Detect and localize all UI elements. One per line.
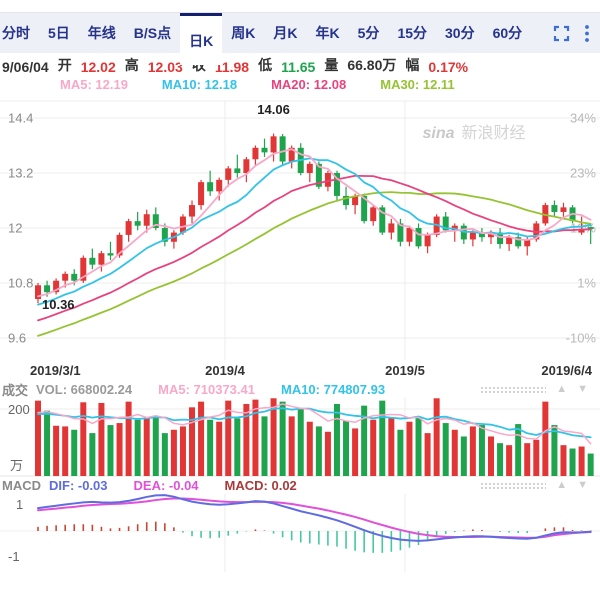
tab-bar: 分时5日年线B/S点日K周K月K年K5分15分30分60分 <box>0 12 600 53</box>
volume-value: MA10: 774807.93 <box>281 382 385 397</box>
ma-value: MA20: 12.08 <box>271 77 346 92</box>
ma-value: MA30: 12.11 <box>380 77 454 92</box>
date-axis: 2019/3/1 2019/4 2019/5 2019/6/4 <box>0 360 600 382</box>
tab-分时[interactable]: 分时 <box>0 13 39 53</box>
svg-text:200: 200 <box>8 402 30 417</box>
macd-expand-arrow-icon[interactable]: ▲ <box>556 480 567 491</box>
date-axis-label: 2019/5 <box>385 363 425 378</box>
svg-text:9.6: 9.6 <box>8 331 26 346</box>
main-candlestick-pane: sina新浪财经14.434%13.223%1212%10.81%9.6-10%… <box>0 94 600 360</box>
ohlc-label: 量 <box>324 55 338 75</box>
volume-chart[interactable]: 200 万 <box>0 397 600 477</box>
macd-pane-title: MACD <box>2 478 41 493</box>
svg-text:sina新浪财经: sina新浪财经 <box>422 124 525 142</box>
macd-value: MACD: 0.02 <box>225 478 297 493</box>
tab-5分[interactable]: 5分 <box>349 13 389 53</box>
ohlc-value: 12.02 <box>81 59 116 75</box>
tab-月K[interactable]: 月K <box>264 13 306 53</box>
top-margin <box>0 0 600 12</box>
macd-collapse-arrow-icon[interactable]: ▼ <box>577 480 588 491</box>
svg-text:23%: 23% <box>570 166 596 181</box>
stock-chart-page: 分时5日年线B/S点日K周K月K年K5分15分30分60分 9/06/04 开1… <box>0 0 600 600</box>
ohlc-label: 开 <box>58 55 72 75</box>
svg-text:14.4: 14.4 <box>8 111 33 126</box>
tab-30分[interactable]: 30分 <box>436 13 484 53</box>
svg-text:10.36: 10.36 <box>42 297 75 312</box>
volume-value: MA5: 710373.41 <box>158 382 255 397</box>
candlestick-chart[interactable]: sina新浪财经14.434%13.223%1212%10.81%9.6-10%… <box>0 94 600 360</box>
svg-text:14.06: 14.06 <box>257 102 290 117</box>
tab-5日[interactable]: 5日 <box>39 13 79 53</box>
date-axis-label: 2019/3/1 <box>30 363 81 378</box>
svg-text:1%: 1% <box>577 276 596 291</box>
volume-pane-controls: ▲ ▼ <box>480 384 600 395</box>
tab-bar-icons <box>553 13 600 53</box>
svg-text:34%: 34% <box>570 111 596 126</box>
tab-周K[interactable]: 周K <box>222 13 264 53</box>
more-menu-icon[interactable] <box>584 24 590 43</box>
macd-value: DEA: -0.04 <box>134 478 199 493</box>
tab-日K[interactable]: 日K <box>180 13 222 65</box>
ohlc-value: 0.17% <box>428 59 468 75</box>
macd-header: MACD DIF: -0.03 DEA: -0.04 MACD: 0.02 ▲ ▼ <box>0 477 600 494</box>
macd-pane-controls: ▲ ▼ <box>480 480 600 491</box>
macd-indicator-values: DIF: -0.03 DEA: -0.04 MACD: 0.02 <box>49 478 297 493</box>
svg-text:1: 1 <box>16 497 23 512</box>
macd-value: DIF: -0.03 <box>49 478 108 493</box>
volume-pane-title: 成交 <box>2 380 28 399</box>
ohlc-info-bar: 9/06/04 开12.02高12.03收11.98低11.65量66.80万幅… <box>0 53 600 75</box>
volume-drag-handle-icon[interactable] <box>480 386 546 393</box>
tab-60分[interactable]: 60分 <box>484 13 532 53</box>
date-axis-label: 2019/6/4 <box>541 363 592 378</box>
ohlc-label: 低 <box>258 55 272 75</box>
ma-value: MA5: 12.19 <box>60 77 128 92</box>
svg-text:12: 12 <box>8 221 22 236</box>
svg-text:13.2: 13.2 <box>8 166 33 181</box>
volume-header: 成交 VOL: 668002.24 MA5: 710373.41 MA10: 774… <box>0 382 600 397</box>
svg-text:万: 万 <box>10 458 23 473</box>
date-axis-label: 2019/4 <box>205 363 245 378</box>
svg-text:-10%: -10% <box>566 331 597 346</box>
tab-年线[interactable]: 年线 <box>79 13 125 53</box>
volume-value: VOL: 668002.24 <box>36 382 132 397</box>
svg-text:-1: -1 <box>8 549 20 564</box>
ohlc-value: 12.03 <box>148 59 183 75</box>
ohlc-value: 66.80万 <box>347 55 396 75</box>
tab-B/S点[interactable]: B/S点 <box>125 13 180 53</box>
macd-chart[interactable]: 1 -1 <box>0 494 600 572</box>
svg-text:10.8: 10.8 <box>8 276 33 291</box>
ohlc-value: 11.65 <box>281 59 315 75</box>
ohlc-label: 幅 <box>405 55 419 75</box>
ma-values-bar: MA5: 12.19 MA10: 12.18 MA20: 12.08 MA30: 12… <box>0 75 600 94</box>
ohlc-label: 高 <box>125 55 139 75</box>
volume-indicator-values: VOL: 668002.24 MA5: 710373.41 MA10: 774807… <box>36 382 385 397</box>
volume-expand-arrow-icon[interactable]: ▲ <box>556 384 567 395</box>
tab-15分[interactable]: 15分 <box>388 13 436 53</box>
trade-date: 9/06/04 <box>2 59 49 75</box>
volume-collapse-arrow-icon[interactable]: ▼ <box>577 384 588 395</box>
fullscreen-icon[interactable] <box>553 25 570 42</box>
ma-value: MA10: 12.18 <box>162 77 237 92</box>
macd-drag-handle-icon[interactable] <box>480 482 546 489</box>
period-tabs: 分时5日年线B/S点日K周K月K年K5分15分30分60分 <box>0 13 531 53</box>
tab-年K[interactable]: 年K <box>307 13 349 53</box>
